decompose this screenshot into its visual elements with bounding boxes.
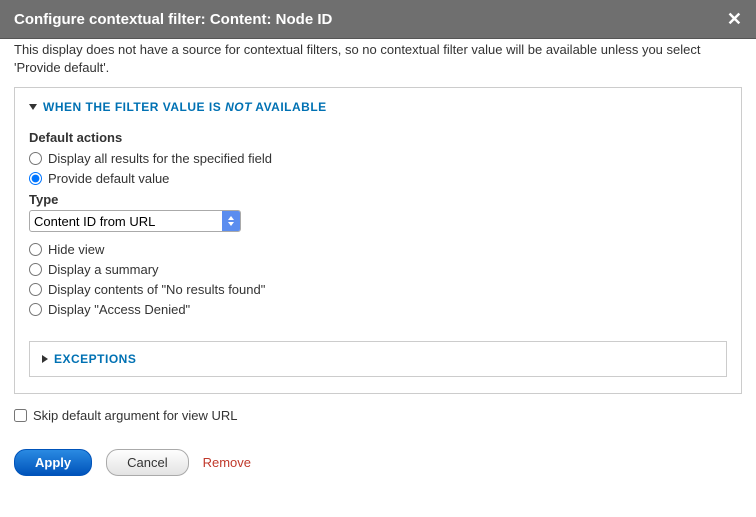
skip-default-argument[interactable]: Skip default argument for view URL [14,408,742,423]
exceptions-toggle[interactable]: EXCEPTIONS [42,352,714,366]
fieldset-title-text: WHEN THE FILTER VALUE IS NOT AVAILABLE [43,100,327,114]
when-not-available-panel: WHEN THE FILTER VALUE IS NOT AVAILABLE D… [14,87,742,394]
radio-no-results[interactable] [29,283,42,296]
dialog-actions: Apply Cancel Remove [0,449,756,486]
type-block: Type Content ID from URL [29,192,727,232]
option-provide-default[interactable]: Provide default value [29,171,727,186]
exceptions-label: EXCEPTIONS [54,352,136,366]
radio-access-denied[interactable] [29,303,42,316]
close-icon[interactable]: ✕ [727,10,742,28]
option-hide-view[interactable]: Hide view [29,242,727,257]
dialog-title: Configure contextual filter: Content: No… [14,11,332,28]
checkbox-label: Skip default argument for view URL [33,408,237,423]
dialog-titlebar: Configure contextual filter: Content: No… [0,0,756,39]
type-select-wrap: Content ID from URL [29,210,241,232]
radio-label: Display contents of "No results found" [48,282,265,297]
help-text: This display does not have a source for … [14,41,742,77]
radio-display-all[interactable] [29,152,42,165]
default-actions-label: Default actions [29,130,727,145]
radio-display-summary[interactable] [29,263,42,276]
radio-label: Display all results for the specified fi… [48,151,272,166]
radio-label: Display "Access Denied" [48,302,190,317]
exceptions-panel: EXCEPTIONS [29,341,727,377]
radio-provide-default[interactable] [29,172,42,185]
option-display-all[interactable]: Display all results for the specified fi… [29,151,727,166]
cancel-button[interactable]: Cancel [106,449,188,476]
chevron-right-icon [42,355,48,363]
checkbox-skip-default[interactable] [14,409,27,422]
radio-hide-view[interactable] [29,243,42,256]
option-display-summary[interactable]: Display a summary [29,262,727,277]
type-label: Type [29,192,727,207]
apply-button[interactable]: Apply [14,449,92,476]
remove-link[interactable]: Remove [203,455,251,470]
type-select[interactable]: Content ID from URL [29,210,241,232]
when-not-available-toggle[interactable]: WHEN THE FILTER VALUE IS NOT AVAILABLE [29,100,727,114]
option-access-denied[interactable]: Display "Access Denied" [29,302,727,317]
chevron-down-icon [29,104,37,110]
dialog-content: This display does not have a source for … [0,41,756,449]
radio-label: Provide default value [48,171,169,186]
option-no-results[interactable]: Display contents of "No results found" [29,282,727,297]
radio-label: Display a summary [48,262,159,277]
radio-label: Hide view [48,242,104,257]
